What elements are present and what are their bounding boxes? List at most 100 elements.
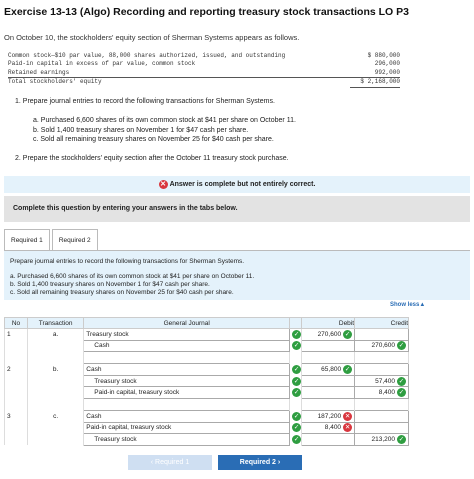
credit-field[interactable] xyxy=(354,328,409,341)
page-title: Exercise 13-13 (Algo) Recording and repo… xyxy=(4,6,409,18)
row-no: 3 xyxy=(4,410,28,423)
account-check: ✓ xyxy=(289,328,303,341)
equity-row: Paid-in capital in excess of par value, … xyxy=(8,60,400,68)
col-transaction: Transaction xyxy=(26,317,85,329)
instruction-bar: Complete this question by entering your … xyxy=(4,196,470,222)
account-field[interactable]: Cash xyxy=(83,409,291,423)
credit-field[interactable] xyxy=(354,363,409,376)
account-check: ✓ xyxy=(289,433,303,446)
debit-field[interactable] xyxy=(301,339,356,353)
row-transaction xyxy=(26,433,85,446)
question-items: a. Purchased 6,600 shares of its own com… xyxy=(33,116,296,145)
row-transaction xyxy=(26,340,85,352)
check-icon: ✓ xyxy=(343,364,353,374)
account-check: ✓ xyxy=(289,363,303,376)
check-icon: ✓ xyxy=(292,388,302,398)
panel-item-c: c. Sold all remaining treasury shares on… xyxy=(10,289,234,296)
table-row: Treasury stock ✓ 57,400 ✓ xyxy=(4,374,409,388)
debit-field[interactable] xyxy=(301,433,356,446)
table-row: Cash ✓ 270,600 ✓ xyxy=(4,339,409,353)
credit-field[interactable]: 213,200 ✓ xyxy=(354,433,409,446)
check-icon: ✓ xyxy=(343,329,353,339)
result-banner: ✕ Answer is complete but not entirely cor… xyxy=(4,176,470,193)
table-row: 2 b. Cash ✓ 65,800 ✓ xyxy=(4,363,409,376)
row-no xyxy=(4,433,28,446)
row-no xyxy=(4,386,28,399)
debit-field[interactable]: 8,400 ✕ xyxy=(301,421,356,435)
account-check: ✓ xyxy=(289,422,303,434)
panel-item-b: b. Sold 1,400 treasury shares on Novembe… xyxy=(10,281,210,288)
check-icon: ✓ xyxy=(292,364,302,374)
question-1: 1. Prepare journal entries to record the… xyxy=(15,98,275,105)
check-icon: ✓ xyxy=(292,341,302,351)
tab-required-1[interactable]: Required 1 xyxy=(4,229,50,251)
row-transaction: c. xyxy=(26,410,85,423)
row-transaction xyxy=(26,422,85,434)
show-less-link[interactable]: Show less▲ xyxy=(390,302,425,308)
item-b: b. Sold 1,400 treasury shares on Novembe… xyxy=(33,126,249,134)
equity-row: Common stock—$10 par value, 88,000 share… xyxy=(8,52,400,59)
next-required-button[interactable]: Required 2 › xyxy=(218,455,302,470)
check-icon: ✓ xyxy=(397,388,406,398)
row-no: 2 xyxy=(4,363,28,376)
item-a: a. Purchased 6,600 shares of its own com… xyxy=(33,117,296,124)
item-c: c. Sold all remaining treasury shares on… xyxy=(33,136,274,144)
equity-total-row: Total stockholders' equity $ 2,168,000 xyxy=(8,77,400,88)
question-2: 2. Prepare the stockholders' equity sect… xyxy=(15,155,289,162)
account-field[interactable]: Paid-in capital, treasury stock xyxy=(83,421,291,435)
spacer-row xyxy=(4,398,409,411)
account-field[interactable]: Paid-in capital, treasury stock xyxy=(83,386,291,399)
col-account: General Journal xyxy=(83,317,291,329)
col-credit: Credit xyxy=(354,317,409,329)
check-icon: ✓ xyxy=(292,330,302,340)
check-icon: ✓ xyxy=(397,341,406,351)
table-row: 3 c. Cash ✓ 187,200 ✕ xyxy=(4,409,409,423)
row-transaction: a. xyxy=(26,328,85,341)
tab-required-2[interactable]: Required 2 xyxy=(51,229,98,251)
col-no: No xyxy=(4,317,28,329)
row-transaction: b. xyxy=(26,363,85,376)
account-check: ✓ xyxy=(289,410,303,423)
account-field[interactable]: Treasury stock xyxy=(83,374,291,388)
check-icon: ✓ xyxy=(397,376,406,386)
x-circle-icon: ✕ xyxy=(158,179,168,189)
debit-field[interactable] xyxy=(301,374,356,388)
account-field[interactable]: Treasury stock xyxy=(83,433,291,446)
x-icon: ✕ xyxy=(343,411,353,421)
row-no xyxy=(4,375,28,387)
credit-field[interactable]: 270,600 ✓ xyxy=(354,339,409,353)
tab-bar: Required 1 Required 2 xyxy=(4,229,98,251)
account-field[interactable]: Treasury stock xyxy=(83,328,291,341)
credit-field[interactable] xyxy=(354,409,409,423)
credit-field[interactable] xyxy=(354,421,409,435)
row-transaction xyxy=(26,386,85,399)
account-field[interactable]: Cash xyxy=(83,339,291,353)
check-icon: ✓ xyxy=(292,376,302,386)
table-row: Paid-in capital, treasury stock ✓ 8,400 ✕ xyxy=(4,421,409,435)
credit-field[interactable]: 57,400 ✓ xyxy=(354,374,409,388)
debit-field[interactable]: 270,600 ✓ xyxy=(301,328,356,341)
equity-row: Retained earnings 992,000 xyxy=(8,68,400,76)
debit-field[interactable] xyxy=(301,386,356,399)
credit-field[interactable]: 8,400 ✓ xyxy=(354,386,409,399)
table-row: Treasury stock ✓ 213,200 ✓ xyxy=(4,433,409,446)
account-check: ✓ xyxy=(289,375,303,387)
check-icon: ✓ xyxy=(292,434,302,444)
instructions-panel: Prepare journal entries to record the fo… xyxy=(4,250,470,300)
panel-items: a. Purchased 6,600 shares of its own com… xyxy=(10,273,254,297)
table-row: Paid-in capital, treasury stock ✓ 8,400 ✓ xyxy=(4,386,409,399)
check-icon: ✓ xyxy=(292,411,302,421)
row-no: 1 xyxy=(4,328,28,341)
spacer-row xyxy=(4,351,409,364)
account-check: ✓ xyxy=(289,340,303,352)
debit-field[interactable]: 65,800 ✓ xyxy=(301,363,356,376)
panel-heading: Prepare journal entries to record the fo… xyxy=(10,258,245,265)
check-icon: ✓ xyxy=(292,423,302,433)
row-no xyxy=(4,340,28,352)
account-field[interactable]: Cash xyxy=(83,363,291,376)
check-icon: ✓ xyxy=(397,434,406,444)
prev-required-button[interactable]: ‹ Required 1 xyxy=(128,455,212,470)
col-check xyxy=(289,317,303,329)
equity-section: Common stock—$10 par value, 88,000 share… xyxy=(8,52,400,88)
debit-field[interactable]: 187,200 ✕ xyxy=(301,409,356,423)
